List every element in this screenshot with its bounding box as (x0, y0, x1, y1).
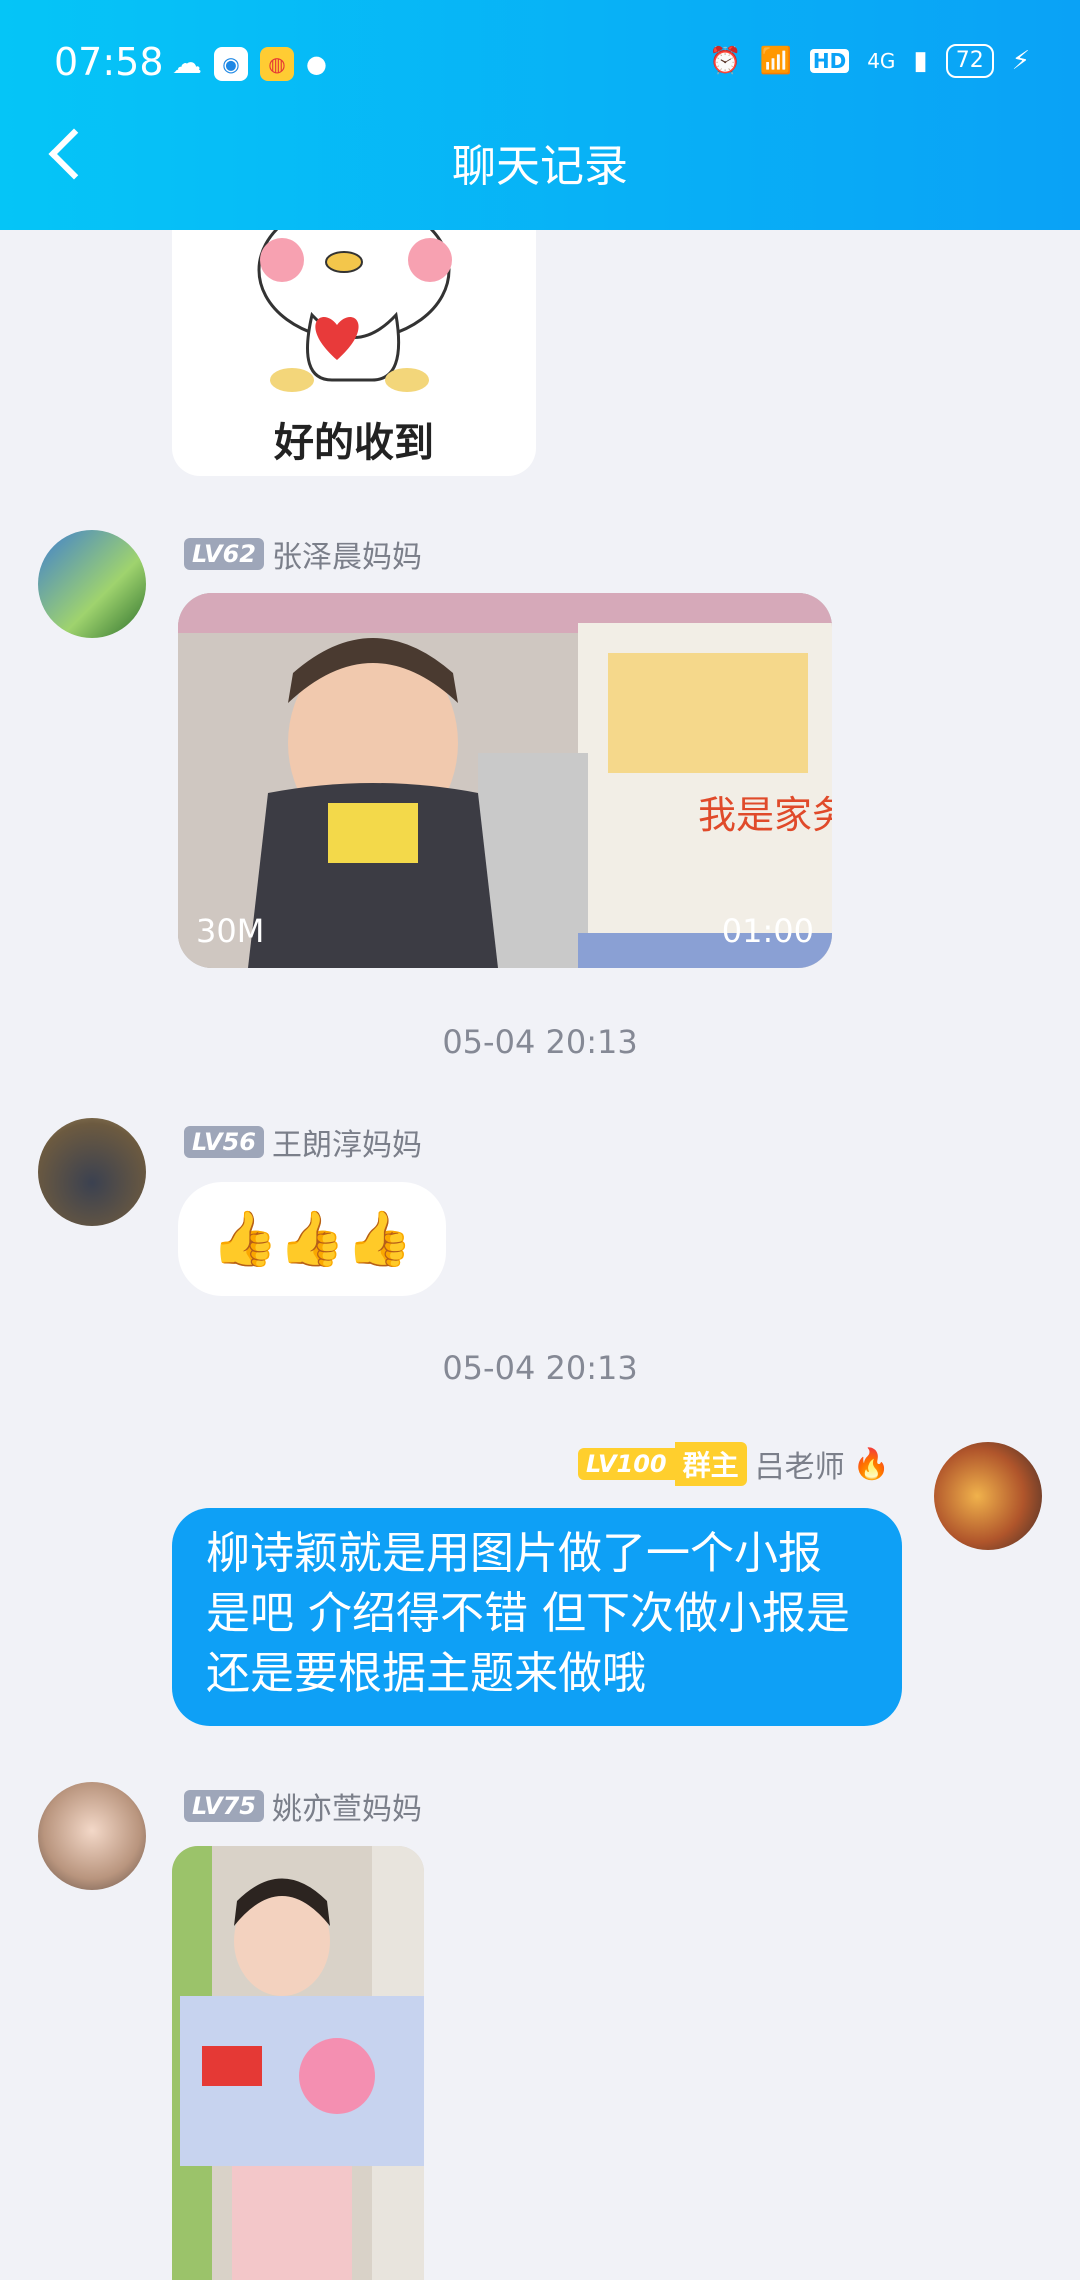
sender-meta: LV62 张泽晨妈妈 (184, 532, 422, 576)
video-size: 30M (196, 912, 265, 950)
app-header: 07:58 ☁ ◉ ◍ ● ⏰ 📶 HD 4G ▮ 72 ⚡ 聊天记录 (0, 0, 1080, 230)
sender-name[interactable]: 王朗淳妈妈 (272, 1120, 422, 1164)
sender-meta: LV56 王朗淳妈妈 (184, 1120, 422, 1164)
level-badge: LV56 (184, 1126, 264, 1158)
status-right-icons: ⏰ 📶 HD 4G ▮ 72 ⚡ (709, 44, 1030, 78)
level-badge: LV75 (184, 1790, 264, 1822)
signal-icon: ▮ (913, 46, 928, 76)
avatar[interactable] (934, 1442, 1042, 1550)
avatar[interactable] (38, 1118, 146, 1226)
app-notification-icon: ◉ (214, 46, 248, 81)
text-message[interactable]: 柳诗颖就是用图片做了一个小报 是吧 介绍得不错 但下次做小报是 还是要根据主题来… (172, 1508, 902, 1726)
network-badge: 4G (867, 49, 896, 73)
message-line: 还是要根据主题来做哦 (206, 1648, 646, 1699)
weibo-icon: ◍ (260, 46, 294, 81)
message-line: 柳诗颖就是用图片做了一个小报 (206, 1528, 822, 1579)
image-message[interactable] (172, 1846, 424, 2280)
sender-name[interactable]: 张泽晨妈妈 (272, 532, 422, 576)
chat-notification-icon: ☁ (172, 46, 202, 81)
message-timestamp: 05-04 20:13 (442, 1023, 638, 1061)
more-notifications-dot: ● (306, 49, 327, 78)
message-timestamp: 05-04 20:13 (442, 1349, 638, 1387)
status-time: 07:58 (54, 40, 164, 84)
svg-text:我是家务: 我是家务 (698, 793, 832, 837)
wifi-icon: 📶 (759, 46, 792, 76)
sender-meta: LV75 姚亦萱妈妈 (184, 1784, 422, 1828)
level-badge: LV100 (577, 1448, 675, 1480)
alarm-icon: ⏰ (709, 46, 742, 76)
charging-icon: ⚡ (1011, 46, 1030, 76)
sender-name[interactable]: 吕老师 (755, 1442, 845, 1486)
group-owner-badge: 群主 (674, 1442, 747, 1486)
thumbs-up-emoji: 👍👍👍 (211, 1207, 413, 1270)
fire-icon: 🔥 (852, 1446, 890, 1482)
emoji-message[interactable]: 👍👍👍 (178, 1182, 446, 1296)
message-line: 是吧 介绍得不错 但下次做小报是 (206, 1588, 850, 1639)
photo-thumbnail (172, 1846, 424, 2280)
sender-name[interactable]: 姚亦萱妈妈 (272, 1784, 422, 1828)
battery-icon: 72 (945, 44, 994, 78)
video-duration: 01:00 (721, 912, 814, 950)
sticker-message[interactable]: 好的收到 (172, 230, 536, 476)
sender-meta: LV100 群主 吕老师 🔥 (577, 1442, 890, 1486)
video-message[interactable]: 我是家务 30M 01:00 (178, 593, 832, 968)
sticker-caption: 好的收到 (274, 420, 434, 466)
notification-icons: ☁ ◉ ◍ ● (172, 46, 327, 81)
page-title: 聊天记录 (452, 141, 628, 192)
hd-badge: HD (809, 49, 850, 73)
avatar[interactable] (38, 1782, 146, 1890)
avatar[interactable] (38, 530, 146, 638)
level-badge: LV62 (184, 538, 264, 570)
